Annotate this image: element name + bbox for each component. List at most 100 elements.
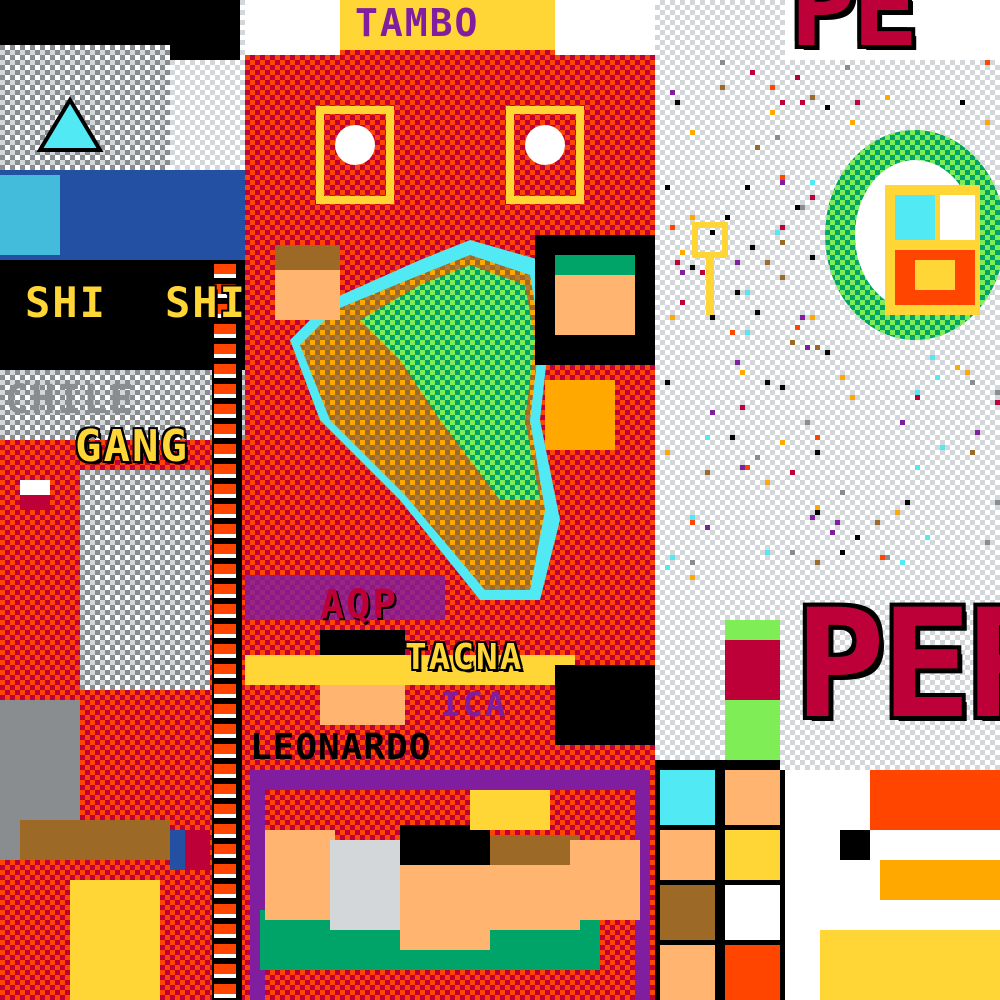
ica-label: ICA [440, 685, 508, 725]
stray-pixel [735, 290, 740, 295]
stray-pixel [765, 550, 770, 555]
stray-pixel [740, 405, 745, 410]
stray-pixel [710, 315, 715, 320]
stray-pixel [670, 315, 675, 320]
stray-pixel [745, 465, 750, 470]
stray-pixel [665, 380, 670, 385]
stray-pixel [850, 120, 855, 125]
stray-pixel [780, 225, 785, 230]
stray-pixel [670, 90, 675, 95]
stray-pixel [765, 380, 770, 385]
stray-pixel [830, 530, 835, 535]
stray-pixel [680, 250, 685, 255]
ladder-column [212, 260, 242, 1000]
stray-pixel [790, 470, 795, 475]
stray-pixel [855, 535, 860, 540]
stray-pixel [795, 325, 800, 330]
stray-pixel [905, 500, 910, 505]
stray-pixel [745, 330, 750, 335]
stray-pixel [915, 465, 920, 470]
stray-pixel [815, 510, 820, 515]
stray-pixel [675, 260, 680, 265]
stray-pixel [985, 60, 990, 65]
stray-pixel [800, 100, 805, 105]
tambo-label: TAMBO [355, 1, 480, 45]
stray-pixel [975, 430, 980, 435]
stray-pixel [730, 435, 735, 440]
stray-pixel [970, 380, 975, 385]
stray-pixel [775, 230, 780, 235]
stray-pixel [815, 435, 820, 440]
stray-pixel [705, 435, 710, 440]
stray-pixel [740, 370, 745, 375]
stray-pixel [755, 145, 760, 150]
stray-pixel [770, 110, 775, 115]
stray-pixel [885, 555, 890, 560]
stray-pixel [765, 480, 770, 485]
stray-pixel [770, 85, 775, 90]
stray-pixel [900, 420, 905, 425]
stray-pixel [680, 270, 685, 275]
stray-pixel [755, 310, 760, 315]
stray-pixel [720, 60, 725, 65]
pixel-art-canvas[interactable] [0, 0, 1000, 1000]
peru-regions-center [245, 0, 655, 1000]
stray-pixel [985, 120, 990, 125]
stray-pixel [665, 450, 670, 455]
stray-pixel [985, 540, 990, 545]
stray-pixel [670, 555, 675, 560]
stray-pixel [690, 215, 695, 220]
stray-pixel [930, 355, 935, 360]
stray-pixel [735, 260, 740, 265]
stray-pixel [750, 70, 755, 75]
stray-pixel [840, 490, 845, 495]
stray-pixel [855, 100, 860, 105]
stray-pixel [735, 360, 740, 365]
stray-pixel [690, 265, 695, 270]
stray-pixel [815, 450, 820, 455]
stray-pixel [755, 455, 760, 460]
stray-pixel [680, 300, 685, 305]
stray-pixel [915, 395, 920, 400]
stray-pixel [780, 385, 785, 390]
stray-pixel [810, 180, 815, 185]
stray-pixel [765, 260, 770, 265]
stray-pixel [805, 345, 810, 350]
stray-pixel [935, 375, 940, 380]
stray-pixel [690, 130, 695, 135]
stray-pixel [750, 245, 755, 250]
stray-pixel [810, 195, 815, 200]
stray-pixel [995, 390, 1000, 395]
stray-pixel [675, 100, 680, 105]
pixel-canvas-view[interactable]: TAMBO SHI SHI CHILE GANG AQP TACNA ICA L… [0, 0, 1000, 1000]
stray-pixel [925, 535, 930, 540]
gang-label: GANG [75, 421, 189, 472]
stray-pixel [815, 505, 820, 510]
stray-pixel [780, 175, 785, 180]
stray-pixel [940, 445, 945, 450]
stray-pixel [775, 135, 780, 140]
stray-pixel [885, 95, 890, 100]
tacna-label: TACNA [405, 637, 524, 678]
stray-pixel [840, 550, 845, 555]
stray-pixel [840, 375, 845, 380]
stray-pixel [810, 255, 815, 260]
shi-right-label: SHI [165, 278, 247, 327]
stray-pixel [705, 525, 710, 530]
stray-pixel [815, 560, 820, 565]
stray-pixel [965, 370, 970, 375]
stray-pixel [995, 500, 1000, 505]
stray-pixel [700, 270, 705, 275]
stray-pixel [810, 515, 815, 520]
chile-label: CHILE [5, 377, 136, 423]
stray-pixel [795, 75, 800, 80]
stray-pixel [800, 315, 805, 320]
stray-pixel [900, 560, 905, 565]
stray-pixel [780, 100, 785, 105]
stray-pixel [815, 345, 820, 350]
stray-pixel [670, 225, 675, 230]
stray-pixel [800, 205, 805, 210]
stray-pixel [880, 555, 885, 560]
stray-pixel [665, 185, 670, 190]
stray-pixel [690, 575, 695, 580]
